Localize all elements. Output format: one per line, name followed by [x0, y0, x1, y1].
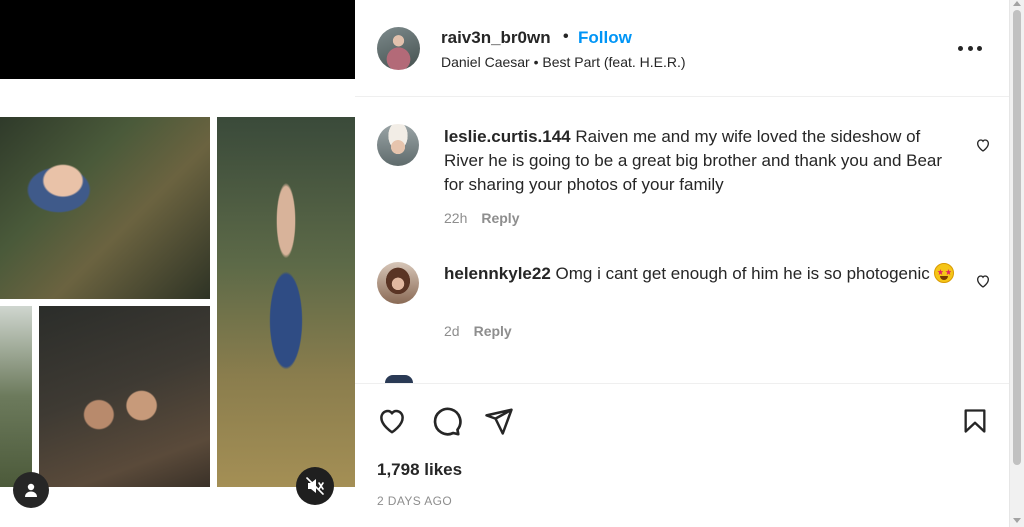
photo-hands-holding-pebbles: [39, 306, 210, 487]
comment-username[interactable]: helennkyle22: [444, 264, 551, 283]
post-side-panel: raiv3n_br0wn • Follow Daniel Caesar • Be…: [355, 0, 1009, 527]
save-icon: [964, 409, 986, 433]
more-horizontal-icon: [958, 45, 963, 51]
comment-age: 2d: [444, 323, 460, 339]
scrollbar[interactable]: [1009, 0, 1024, 527]
scroll-down-arrow-icon[interactable]: [1013, 518, 1021, 523]
scrollbar-thumb[interactable]: [1013, 10, 1021, 465]
reply-button[interactable]: Reply: [481, 210, 519, 226]
photo-child-in-overalls-back: [217, 117, 355, 487]
follow-button[interactable]: Follow: [578, 28, 632, 48]
like-count[interactable]: 1,798 likes: [377, 460, 462, 480]
comment-age: 22h: [444, 210, 468, 226]
comment-meta: 2d Reply: [444, 323, 512, 339]
star-struck-emoji-icon: [934, 263, 955, 283]
commenter-avatar-partial: [385, 375, 413, 383]
comment-like-icon[interactable]: [975, 137, 991, 153]
share-icon: [485, 408, 513, 435]
author-username[interactable]: raiv3n_br0wn: [441, 28, 551, 48]
comments-list: leslie.curtis.144 Raiven me and my wife …: [355, 97, 1009, 383]
comment-body: Omg i cant get enough of him he is so ph…: [555, 264, 930, 283]
like-button[interactable]: [375, 404, 409, 438]
photo-partial-left: [0, 306, 32, 487]
more-options-button[interactable]: [958, 40, 982, 56]
audio-track[interactable]: Daniel Caesar • Best Part (feat. H.E.R.): [441, 54, 686, 70]
media-top-band: [0, 0, 355, 79]
commenter-avatar[interactable]: [377, 124, 419, 166]
post-actions: 1,798 likes 2 DAYS AGO: [355, 383, 1009, 527]
commenter-avatar[interactable]: [377, 262, 419, 304]
author-avatar[interactable]: [377, 27, 420, 70]
scroll-up-arrow-icon[interactable]: [1013, 1, 1021, 6]
comment-icon: [433, 407, 462, 436]
comment-meta: 22h Reply: [444, 210, 519, 226]
comment-username[interactable]: leslie.curtis.144: [444, 127, 571, 146]
save-button[interactable]: [958, 404, 992, 438]
comment-text: leslie.curtis.144 Raiven me and my wife …: [444, 125, 964, 197]
post-media[interactable]: [0, 0, 355, 527]
photo-collage: [0, 79, 355, 527]
mute-button[interactable]: [296, 467, 334, 505]
comment-button[interactable]: [429, 404, 463, 438]
comment-text: helennkyle22 Omg i cant get enough of hi…: [444, 262, 964, 286]
user-tag-icon: [25, 483, 37, 497]
volume-muted-icon: [306, 477, 324, 495]
photo-child-holding-grass: [0, 117, 210, 299]
reply-button[interactable]: Reply: [474, 323, 512, 339]
comment-like-icon[interactable]: [975, 273, 991, 289]
user-tag-button[interactable]: [13, 472, 49, 508]
post-header: raiv3n_br0wn • Follow Daniel Caesar • Be…: [355, 0, 1009, 97]
post-timestamp: 2 DAYS AGO: [377, 494, 453, 508]
share-button[interactable]: [482, 404, 516, 438]
header-separator: •: [563, 28, 569, 45]
like-icon: [380, 409, 404, 434]
